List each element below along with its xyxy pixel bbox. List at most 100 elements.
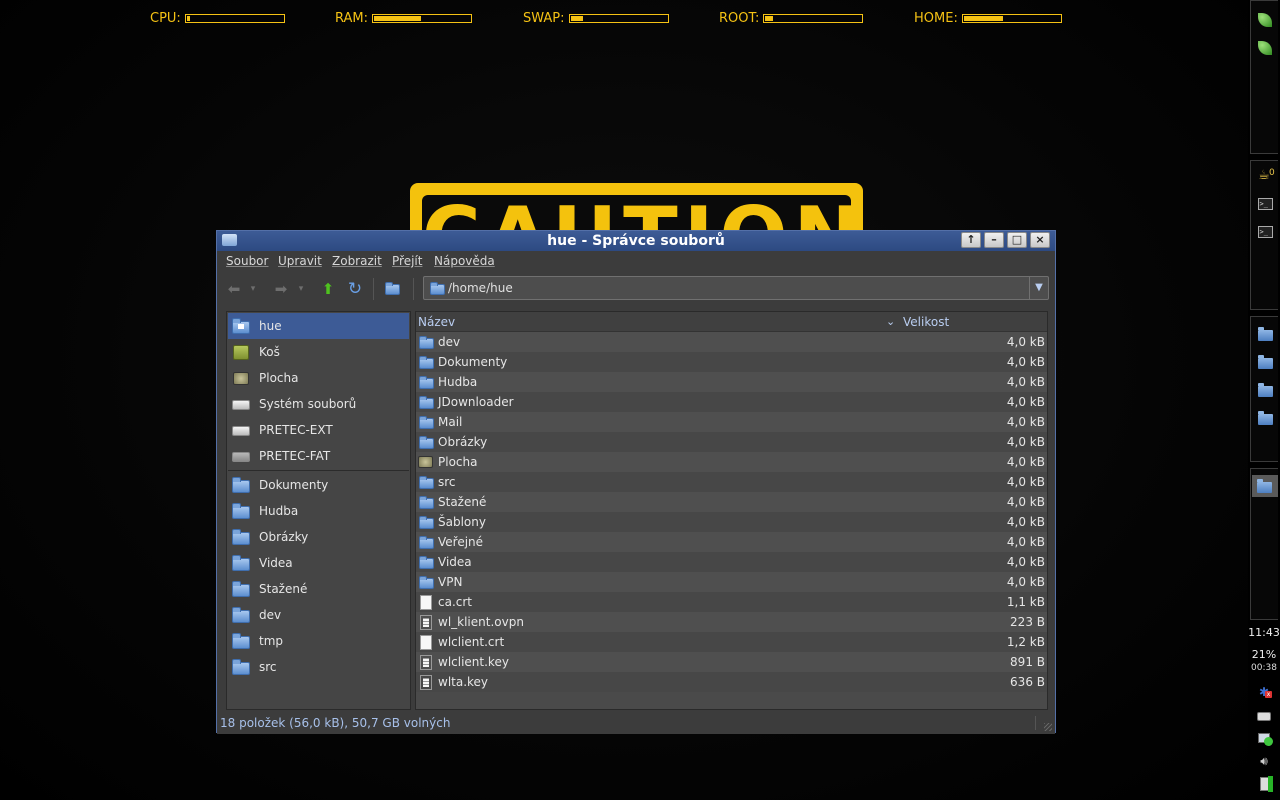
places-sidebar: hue Koš Plocha Systém souborů PRETEC-EXT PRET…	[226, 311, 411, 710]
file-row[interactable]: Šablony 4,0 kB	[416, 512, 1047, 532]
folder-icon[interactable]	[1257, 354, 1273, 371]
sidebar-item-label: dev	[259, 608, 282, 622]
volume-icon[interactable]: 🔊︎	[1256, 753, 1272, 769]
sidebar-bookmark-dev[interactable]: dev	[228, 602, 409, 628]
window-close-button[interactable]: ×	[1030, 232, 1050, 248]
folder-icon	[232, 555, 250, 571]
sidebar-bookmark-src[interactable]: src	[228, 654, 409, 680]
battery-time: 00:38	[1251, 663, 1277, 673]
folder-icon[interactable]	[1257, 410, 1273, 427]
power-plug-icon[interactable]	[1256, 776, 1273, 792]
sidebar-bookmark-tmp[interactable]: tmp	[228, 628, 409, 654]
file-row[interactable]: Veřejné 4,0 kB	[416, 532, 1047, 552]
file-size: 4,0 kB	[1006, 455, 1045, 469]
sidebar-bookmark-obrázky[interactable]: Obrázky	[228, 524, 409, 550]
leaf-launcher-icon[interactable]	[1257, 12, 1273, 28]
file-row[interactable]: wlclient.crt 1,2 kB	[416, 632, 1047, 652]
window-minimize-button[interactable]: –	[984, 232, 1004, 248]
file-row[interactable]: Mail 4,0 kB	[416, 412, 1047, 432]
task-file-manager[interactable]	[1252, 475, 1278, 497]
forward-arrow-icon[interactable]: ➡	[271, 280, 291, 298]
file-row[interactable]: wl_klient.ovpn 223 B	[416, 612, 1047, 632]
window-maximize-button[interactable]: □	[1007, 232, 1027, 248]
file-row[interactable]: Dokumenty 4,0 kB	[416, 352, 1047, 372]
sidebar-item-hue[interactable]: hue	[228, 313, 409, 339]
location-bar[interactable]	[423, 276, 1031, 300]
sidebar-bookmark-stažené[interactable]: Stažené	[228, 576, 409, 602]
location-dropdown-chevron-icon[interactable]: ▼	[1029, 276, 1049, 300]
file-name: Obrázky	[438, 435, 488, 449]
location-input[interactable]	[448, 279, 1018, 297]
sidebar-item-plocha[interactable]: Plocha	[228, 365, 409, 391]
leaf-launcher-icon[interactable]	[1257, 40, 1273, 56]
sidebar-item-label: Koš	[259, 345, 280, 359]
file-name: wlta.key	[438, 675, 489, 689]
terminal-icon[interactable]: >_	[1257, 224, 1273, 240]
sidebar-bookmark-hudba[interactable]: Hudba	[228, 498, 409, 524]
back-history-chevron-icon[interactable]: ▾	[247, 280, 259, 298]
file-row[interactable]: Stažené 4,0 kB	[416, 492, 1047, 512]
folder-icon	[418, 495, 434, 510]
file-row[interactable]: Hudba 4,0 kB	[416, 372, 1047, 392]
folder-icon[interactable]	[1257, 326, 1273, 343]
bluetooth-disabled-icon[interactable]: ✱ x	[1256, 684, 1272, 700]
file-name: Plocha	[438, 455, 478, 469]
folder-icon[interactable]	[1257, 382, 1273, 399]
sidebar-item-koš[interactable]: Koš	[228, 339, 409, 365]
file-name: dev	[438, 335, 461, 349]
battery-percent[interactable]: 21%	[1248, 648, 1280, 661]
file-row[interactable]: dev 4,0 kB	[416, 332, 1047, 352]
file-row[interactable]: ca.crt 1,1 kB	[416, 592, 1047, 612]
reload-icon[interactable]: ↻	[345, 279, 365, 299]
home-folder-button[interactable]	[384, 280, 404, 298]
file-row[interactable]: wlta.key 636 B	[416, 672, 1047, 692]
terminal-icon[interactable]: >_	[1257, 196, 1273, 212]
file-row[interactable]: Videa 4,0 kB	[416, 552, 1047, 572]
clock[interactable]: 11:43	[1248, 626, 1280, 639]
file-name: Stažené	[438, 495, 487, 509]
file-name: wl_klient.ovpn	[438, 615, 524, 629]
file-row[interactable]: src 4,0 kB	[416, 472, 1047, 492]
folder-group	[1250, 316, 1278, 462]
resize-grip[interactable]	[1044, 723, 1052, 731]
file-size: 891 B	[1010, 655, 1045, 669]
folder-icon	[232, 581, 250, 597]
menu-napoveda[interactable]: Nápověda	[434, 254, 495, 268]
file-size: 4,0 kB	[1006, 355, 1045, 369]
column-size-header[interactable]: Velikost	[903, 315, 949, 329]
sidebar-item-label: PRETEC-EXT	[259, 423, 333, 437]
folder-icon	[418, 515, 434, 530]
sidebar-item-pretec-fat[interactable]: PRETEC-FAT	[228, 443, 409, 469]
sidebar-bookmark-videa[interactable]: Videa	[228, 550, 409, 576]
parent-folder-arrow-icon[interactable]: ⬆	[318, 280, 338, 298]
back-arrow-icon[interactable]: ⬅	[224, 280, 244, 298]
meter-fill	[186, 15, 190, 21]
folder-icon	[232, 607, 250, 623]
toolbar: ⬅ ▾ ➡ ▾ ⬆ ↻ ▼	[217, 272, 1055, 306]
forward-history-chevron-icon[interactable]: ▾	[295, 280, 307, 298]
sidebar-item-systém-souborů[interactable]: Systém souborů	[228, 391, 409, 417]
column-name-header[interactable]: Název	[418, 315, 455, 329]
teapot-icon[interactable]: ☕ 0	[1256, 167, 1275, 183]
sidebar-bookmark-dokumenty[interactable]: Dokumenty	[228, 472, 409, 498]
sidebar-item-pretec-ext[interactable]: PRETEC-EXT	[228, 417, 409, 443]
file-size: 1,2 kB	[1006, 635, 1045, 649]
menu-upravit[interactable]: Upravit	[278, 254, 322, 268]
file-row[interactable]: Plocha 4,0 kB	[416, 452, 1047, 472]
file-row[interactable]: JDownloader 4,0 kB	[416, 392, 1047, 412]
menu-zobrazit[interactable]: Zobrazit	[332, 254, 382, 268]
file-row[interactable]: Obrázky 4,0 kB	[416, 432, 1047, 452]
network-status-icon[interactable]	[1256, 730, 1273, 746]
folder-icon	[232, 659, 250, 675]
file-row[interactable]: VPN 4,0 kB	[416, 572, 1047, 592]
menu-prejit[interactable]: Přejít	[392, 254, 422, 268]
text-file-icon	[418, 615, 434, 630]
window-up-button[interactable]: ↑	[961, 232, 981, 248]
window-titlebar[interactable]: hue - Správce souborů ↑ – □ ×	[217, 231, 1055, 251]
meter-home: HOME:	[914, 10, 1062, 26]
printer-icon[interactable]	[1256, 708, 1272, 724]
menu-soubor[interactable]: Soubor	[226, 254, 268, 268]
file-row[interactable]: wlclient.key 891 B	[416, 652, 1047, 672]
file-size: 4,0 kB	[1006, 415, 1045, 429]
meter-label: SWAP:	[523, 10, 565, 26]
